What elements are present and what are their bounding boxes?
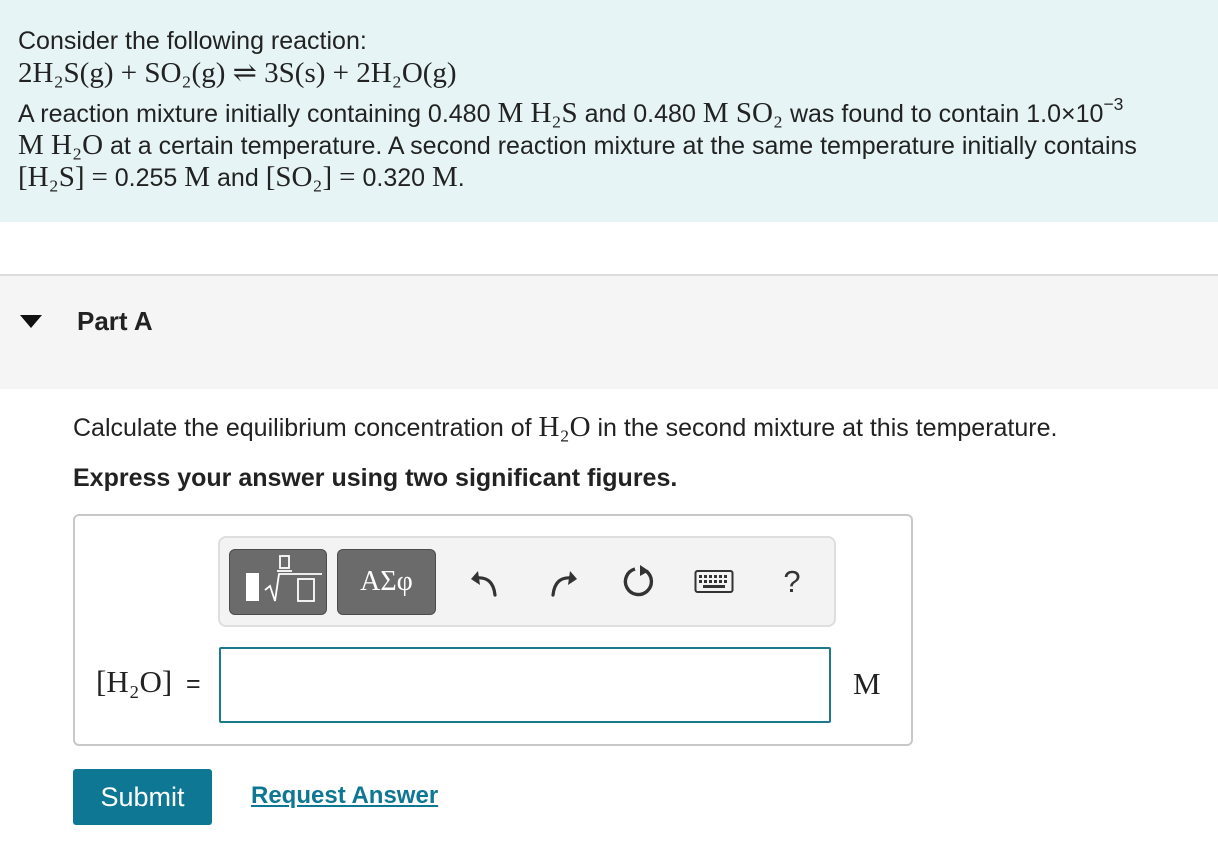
reactant-so2: SO₂(g) [144,57,226,89]
value-so2: 0.320 [362,164,426,192]
unit-molar: M [431,161,458,193]
question-text-before: Calculate the equilibrium concentration … [73,414,532,442]
answer-unit-label: M [853,666,881,701]
part-title[interactable]: Part A [77,306,153,337]
keyboard-icon[interactable] [692,560,736,604]
caret-down-icon[interactable] [20,315,42,328]
problem-intro: Consider the following reaction: [18,27,367,55]
exponent: −3 [1103,93,1124,114]
equals-sign: = [339,161,356,193]
question-species: H₂O [538,411,591,443]
question-text: Calculate the equilibrium concentration … [73,411,1057,444]
plus-sign: + [120,57,138,89]
fraction-root-icon [246,555,322,602]
problem-text: A reaction mixture initially containing … [18,100,491,128]
problem-statement: Consider the following reaction: 2H₂S(g)… [0,0,1218,222]
concentration-unit-h2o: M H₂O [18,129,104,161]
product-s: 3S(s) [264,57,326,89]
problem-text: and 0.480 [584,100,696,128]
answer-instruction: Express your answer using two significan… [73,464,678,492]
problem-line-initial-mixture: A reaction mixture initially containing … [18,93,1124,130]
equals-sign: = [91,161,108,193]
concentration-unit-h2s: M H₂S [497,97,578,129]
problem-text: was found to contain 1.0×10 [789,100,1104,128]
templates-button[interactable] [229,549,327,615]
redo-icon[interactable] [541,560,585,604]
unit-molar: M [184,161,211,193]
problem-text: at a certain temperature. A second react… [110,132,1137,160]
reset-icon[interactable] [617,560,661,604]
submit-button[interactable]: Submit [73,769,212,825]
period: . [457,164,465,192]
reactant-h2s: 2H₂S(g) [18,57,114,89]
problem-line-initial-concentrations: [H₂S] = 0.255 M and [SO₂] = 0.320 M. [18,161,465,194]
reaction-equation: 2H₂S(g) + SO₂(g) ⇌ 3S(s) + 2H₂O(g) [18,57,457,89]
species-so2: [SO₂] [265,161,333,193]
value-h2s: 0.255 [114,164,178,192]
question-text-after: in the second mixture at this temperatur… [597,414,1058,442]
answer-variable-label: [H₂O] [96,664,173,699]
concentration-unit-so2: M SO₂ [702,97,784,129]
product-h2o: 2H₂O(g) [356,57,457,89]
equals-sign: = [186,670,201,698]
help-icon[interactable]: ? [770,560,814,604]
part-header[interactable] [0,276,1218,389]
symbols-button[interactable]: ΑΣφ [337,549,436,615]
plus-sign: + [332,57,350,89]
request-answer-link[interactable]: Request Answer [251,782,438,810]
problem-text: and [217,164,259,192]
equilibrium-arrow: ⇌ [232,57,257,89]
undo-icon[interactable] [463,560,507,604]
species-h2s: [H₂S] [18,161,85,193]
problem-line-second-mixture: M H₂O at a certain temperature. A second… [18,129,1137,162]
answer-input[interactable] [219,647,831,723]
